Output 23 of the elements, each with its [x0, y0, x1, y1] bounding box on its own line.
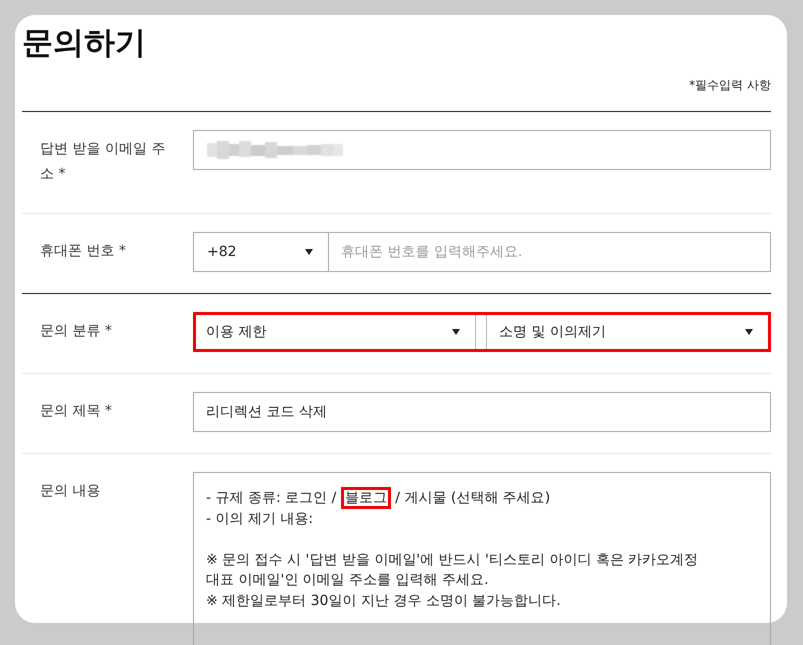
caret-icon: [452, 329, 460, 335]
category-select[interactable]: 소명 및 이의제기: [486, 315, 768, 349]
caret-icon: [745, 329, 753, 335]
email-field[interactable]: [193, 130, 771, 170]
highlighted-word: 블로그: [340, 487, 391, 509]
field-label: 문의 분류 *: [40, 322, 113, 341]
country-code-select[interactable]: +82: [193, 232, 329, 272]
caret-icon: [305, 249, 313, 255]
field-label: 문의 제목 *: [40, 402, 113, 421]
category-select[interactable]: 이용 제한: [196, 315, 476, 349]
field-label: 휴대폰 번호 *: [40, 242, 127, 261]
field-label: 문의 내용: [40, 482, 102, 501]
subject-field[interactable]: 리디렉션 코드 삭제: [193, 392, 771, 432]
message-text: - 이의 제기 내용:: [206, 510, 314, 526]
required-note: *필수입력 사항: [689, 77, 771, 94]
message-text: / 게시물 (선택해 주세요): [395, 490, 550, 506]
message-text: - 규제 종류: 로그인 /: [206, 490, 336, 506]
page-title: 문의하기: [22, 24, 147, 63]
field-label: 답변 받을 이메일 주소 *: [40, 140, 166, 184]
message-text: ※ 제한일로부터 30일이 지난 경우 소명이 불가능합니다.: [206, 592, 561, 608]
phone-number-field[interactable]: 휴대폰 번호를 입력해주세요.: [329, 232, 771, 272]
message-field[interactable]: - 규제 종류: 로그인 / 블로그 / 게시물 (선택해 주세요) - 이의 제기 내용: ※ 문의 접수 시 '답변 받을 이메일'에 반드시 '티스토리 아이디 혹은 카카오계정 대표 이메일'인 이메일 주소를 입력해 주세요. ※ 제한일로부터 30일이 지난 경우 소명이 불가능합니다.: [193, 472, 771, 645]
message-text: ※ 문의 접수 시 '답변 받을 이메일'에 반드시 '티스토리 아이디 혹은 카카오계정 대표 이메일'인 이메일 주소를 입력해 주세요.: [206, 552, 698, 588]
